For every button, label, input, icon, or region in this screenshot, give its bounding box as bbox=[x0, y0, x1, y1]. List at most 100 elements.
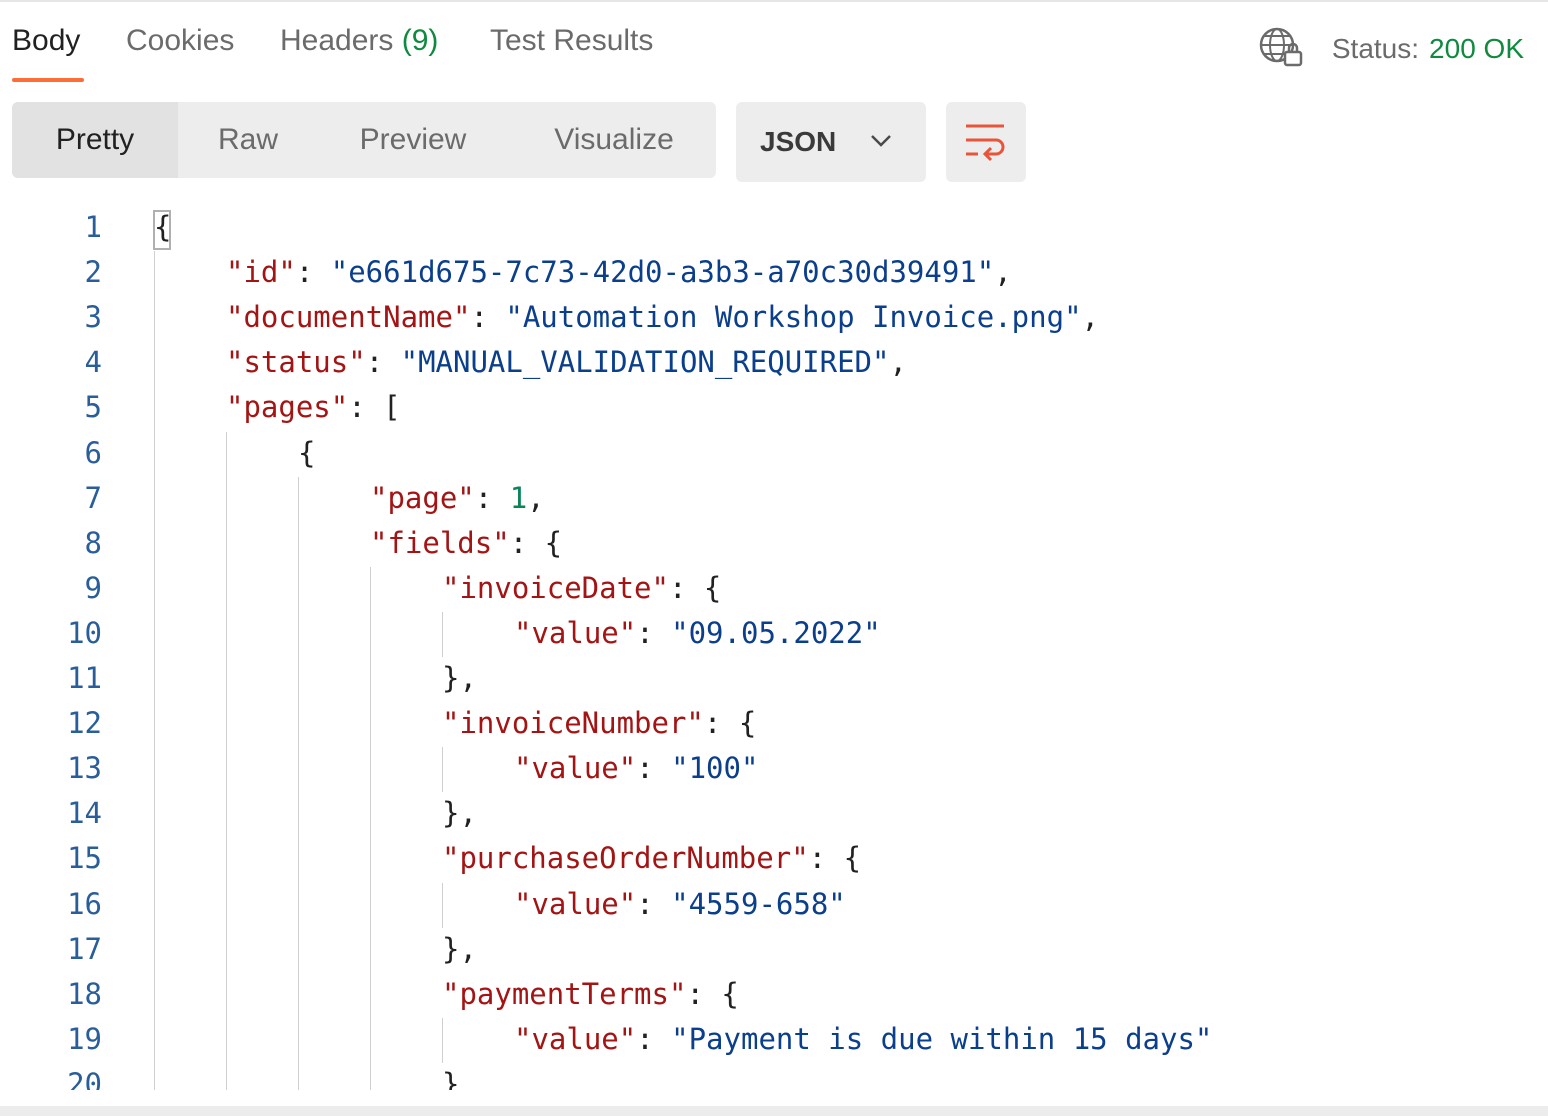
json-punctuation: { bbox=[154, 210, 172, 244]
code-content: "status": "MANUAL_VALIDATION_REQUIRED", bbox=[226, 345, 907, 379]
json-punctuation: : bbox=[636, 615, 672, 650]
code-line: 17}, bbox=[0, 922, 1548, 967]
status-label: Status: bbox=[1331, 33, 1420, 64]
json-key: "documentName" bbox=[226, 300, 471, 335]
line-number: 11 bbox=[67, 661, 102, 695]
json-punctuation: : { bbox=[668, 570, 722, 605]
json-key: "invoiceNumber" bbox=[442, 706, 704, 741]
json-response-editor[interactable]: 1{2 "id": "e661d675-7c73-42d0-a3b3-a70c30… bbox=[0, 200, 1548, 1090]
json-string: "Automation Workshop Invoice.png" bbox=[505, 300, 1082, 335]
line-number: 3 bbox=[84, 300, 102, 335]
json-punctuation: , bbox=[527, 480, 545, 515]
code-line: 1{ bbox=[0, 200, 1548, 245]
json-punctuation: , bbox=[889, 345, 907, 380]
code-content: "paymentTerms": { bbox=[442, 977, 739, 1011]
line-number: 9 bbox=[84, 570, 102, 605]
line-number: 19 bbox=[67, 1021, 102, 1056]
code-line: 3 "documentName": "Automation Workshop In… bbox=[0, 290, 1548, 335]
code-line: 15 "purchaseOrderNumber": { bbox=[0, 831, 1548, 876]
json-key: "pages" bbox=[226, 390, 349, 425]
json-punctuation: { bbox=[298, 435, 316, 470]
code-line: 14}, bbox=[0, 786, 1548, 831]
view-mode-visualize[interactable]: Visualize bbox=[534, 102, 694, 178]
json-punctuation: }, bbox=[442, 796, 477, 831]
json-key: "purchaseOrderNumber" bbox=[442, 841, 809, 876]
active-tab-indicator bbox=[12, 78, 84, 82]
json-key: "status" bbox=[226, 345, 366, 380]
tab-headers-label: Headers bbox=[280, 24, 394, 57]
code-line: 10 "value": "09.05.2022" bbox=[0, 606, 1548, 651]
json-key: "value" bbox=[514, 751, 637, 786]
json-punctuation: , bbox=[1081, 300, 1099, 335]
tab-test-results[interactable]: Test Results bbox=[490, 24, 653, 58]
json-key: "paymentTerms" bbox=[442, 976, 687, 1011]
json-punctuation: : bbox=[636, 886, 672, 921]
json-punctuation: : bbox=[636, 751, 672, 786]
view-mode-segmented-control: Pretty Raw Preview Visualize bbox=[12, 102, 716, 178]
code-line: 4 "status": "MANUAL_VALIDATION_REQUIRED", bbox=[0, 335, 1548, 380]
code-content: { bbox=[298, 436, 315, 470]
json-punctuation: : [ bbox=[348, 390, 401, 425]
line-number: 13 bbox=[67, 751, 102, 786]
code-content: "value": "100" bbox=[514, 751, 758, 785]
code-content: "value": "4559-658" bbox=[514, 887, 846, 921]
code-line: 18 "paymentTerms": { bbox=[0, 967, 1548, 1012]
code-content: }, bbox=[442, 661, 477, 695]
json-punctuation: }, bbox=[442, 661, 477, 695]
code-line: 11}, bbox=[0, 651, 1548, 696]
json-string: "09.05.2022" bbox=[671, 615, 881, 650]
code-line: 19 "value": "Payment is due within 15 day… bbox=[0, 1012, 1548, 1057]
json-string: "MANUAL_VALIDATION_REQUIRED" bbox=[400, 345, 890, 380]
json-punctuation: : { bbox=[686, 976, 739, 1011]
json-number: 1 bbox=[509, 480, 528, 515]
json-punctuation: : { bbox=[808, 841, 862, 876]
code-line: 8 "fields": { bbox=[0, 516, 1548, 561]
json-punctuation: : bbox=[365, 345, 401, 380]
code-content: }, bbox=[442, 932, 477, 966]
view-mode-preview[interactable]: Preview bbox=[338, 102, 488, 178]
json-key: "invoiceDate" bbox=[442, 570, 669, 605]
line-number: 1 bbox=[84, 210, 102, 244]
format-select[interactable]: JSON bbox=[736, 102, 926, 182]
status-value: 200 OK bbox=[1429, 33, 1524, 64]
json-punctuation: }, bbox=[442, 931, 477, 966]
response-status: Status: 200 OK bbox=[1258, 26, 1524, 72]
json-punctuation: : { bbox=[703, 706, 757, 741]
code-content: "purchaseOrderNumber": { bbox=[442, 841, 861, 875]
json-key: "page" bbox=[370, 480, 475, 515]
json-punctuation: , bbox=[994, 255, 1012, 290]
code-line: 5 "pages": [ bbox=[0, 380, 1548, 425]
line-number: 6 bbox=[84, 435, 102, 470]
code-line: 16 "value": "4559-658" bbox=[0, 877, 1548, 922]
line-number: 16 bbox=[67, 886, 102, 921]
code-content: }, bbox=[442, 796, 477, 830]
json-key: "value" bbox=[514, 615, 637, 650]
line-number: 18 bbox=[67, 976, 102, 1011]
line-number: 4 bbox=[84, 345, 102, 380]
json-key: "id" bbox=[226, 255, 296, 290]
code-content: "pages": [ bbox=[226, 390, 401, 424]
format-select-value: JSON bbox=[760, 126, 837, 157]
text-wrap-button[interactable] bbox=[946, 102, 1026, 182]
json-punctuation: : bbox=[474, 480, 510, 515]
json-string: "100" bbox=[671, 751, 759, 786]
view-mode-raw[interactable]: Raw bbox=[196, 102, 300, 178]
json-string: "e661d675-7c73-42d0-a3b3-a70c30d39491" bbox=[330, 255, 995, 290]
line-number: 8 bbox=[84, 525, 102, 560]
code-content: } bbox=[442, 1067, 459, 1090]
code-content: "page": 1, bbox=[370, 481, 545, 515]
tab-headers[interactable]: Headers (9) bbox=[280, 24, 438, 58]
json-string: "Payment is due within 15 days" bbox=[671, 1021, 1213, 1056]
view-mode-pretty[interactable]: Pretty bbox=[12, 102, 178, 178]
text-wrap-icon bbox=[966, 124, 1005, 162]
tab-body[interactable]: Body bbox=[12, 24, 80, 58]
code-line: 12 "invoiceNumber": { bbox=[0, 696, 1548, 741]
globe-lock-icon[interactable] bbox=[1258, 24, 1304, 70]
code-line: 2 "id": "e661d675-7c73-42d0-a3b3-a70c30d3… bbox=[0, 245, 1548, 290]
horizontal-scrollbar[interactable] bbox=[0, 1106, 1548, 1116]
json-key: "value" bbox=[514, 886, 637, 921]
response-tab-bar: Body Cookies Headers (9) Test Results St… bbox=[0, 0, 1548, 88]
line-number: 7 bbox=[84, 480, 102, 515]
line-number: 14 bbox=[67, 796, 102, 831]
tab-cookies[interactable]: Cookies bbox=[126, 24, 234, 58]
